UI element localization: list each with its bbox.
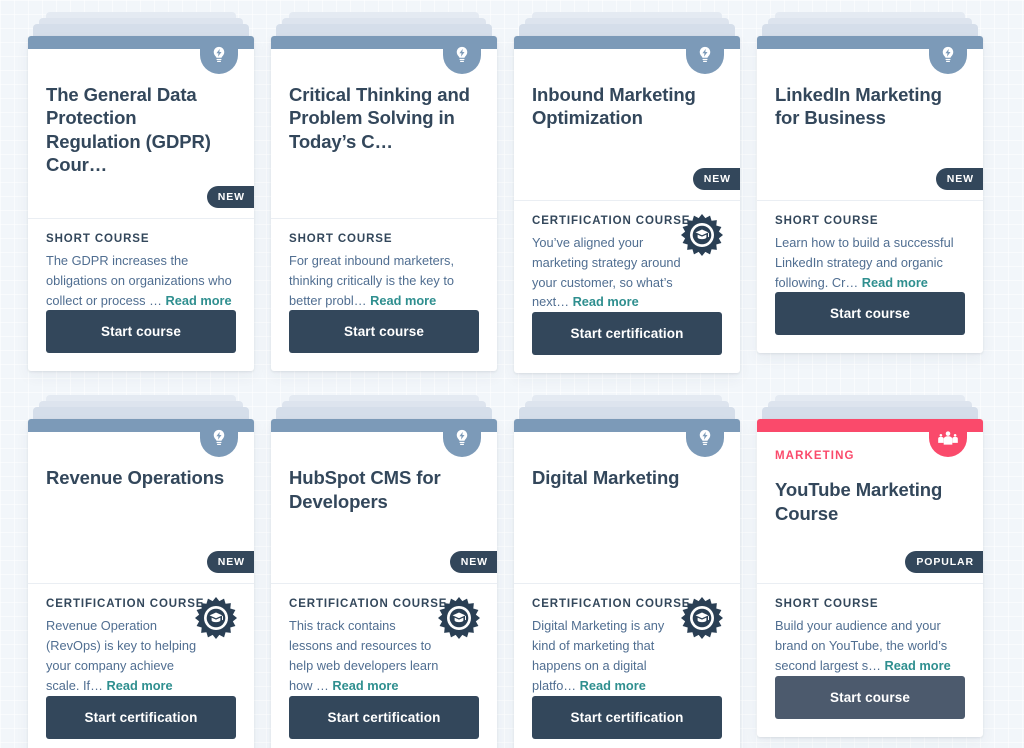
card-title: Revenue Operations: [46, 467, 225, 489]
card-stack-decoration: [28, 12, 254, 38]
card-description: Digital Marketing is any kind of marketi…: [532, 616, 684, 695]
card-accent-bar: [757, 419, 983, 458]
read-more-link[interactable]: Read more: [370, 293, 436, 308]
certification-seal-icon: [680, 596, 724, 640]
card-header: The General Data Protection Regulation (…: [28, 49, 254, 219]
card-stack-decoration: [28, 395, 254, 421]
read-more-link[interactable]: Read more: [885, 658, 951, 673]
course-card[interactable]: Critical Thinking and Problem Solving in…: [271, 36, 497, 372]
read-more-link[interactable]: Read more: [580, 678, 646, 693]
course-card[interactable]: Inbound Marketing Optimization NEW CERTIFI…: [514, 36, 740, 374]
card-course-type: SHORT COURSE: [775, 598, 879, 611]
card-stack-decoration: [757, 395, 983, 421]
lightbulb-icon: [686, 36, 724, 74]
card-title: Inbound Marketing Optimization: [532, 84, 696, 129]
card-accent-bar: [514, 36, 740, 74]
card-description: This track contains lessons and resource…: [289, 616, 441, 695]
card-stack-decoration: [271, 12, 497, 38]
card-description: Build your audience and your brand on Yo…: [775, 616, 965, 675]
card-title: HubSpot CMS for Developers: [289, 467, 441, 512]
course-card[interactable]: Revenue Operations NEW CERTIFICATION COURS…: [28, 419, 254, 748]
card-body: SHORT COURSE Learn how to build a success…: [757, 201, 983, 353]
course-card-slot: Critical Thinking and Problem Solving in…: [271, 12, 497, 373]
certification-seal-icon: [680, 213, 724, 257]
start-course-button[interactable]: Start certification: [532, 695, 722, 739]
card-accent-bar: [28, 36, 254, 74]
course-card-slot: LinkedIn Marketing for Business NEW SHORT …: [757, 12, 983, 373]
read-more-link[interactable]: Read more: [332, 678, 398, 693]
read-more-link[interactable]: Read more: [573, 294, 639, 309]
certification-seal-icon: [194, 596, 238, 640]
course-card-slot: Revenue Operations NEW CERTIFICATION COURS…: [28, 395, 254, 748]
status-badge: NEW: [449, 551, 497, 574]
start-course-button[interactable]: Start certification: [532, 312, 722, 356]
status-badge: NEW: [206, 551, 254, 574]
card-stack-decoration: [514, 12, 740, 38]
status-badge: NEW: [692, 168, 740, 190]
course-card[interactable]: MARKETING YouTube Marketing Course POPULAR…: [757, 419, 983, 737]
card-course-type: SHORT COURSE: [775, 215, 879, 227]
card-description: For great inbound marketers, thinking cr…: [289, 251, 479, 310]
course-card-slot: Inbound Marketing Optimization NEW CERTIFI…: [514, 12, 740, 374]
card-stack-decoration: [514, 395, 740, 421]
read-more-link[interactable]: Read more: [106, 678, 172, 693]
course-card[interactable]: HubSpot CMS for Developers NEW CERTIFICATI…: [271, 419, 497, 748]
course-card-slot: Digital Marketing CERTIFICATION COURSE Dig…: [514, 395, 740, 748]
course-card-grid: The General Data Protection Regulation (…: [0, 0, 1024, 748]
status-badge: POPULAR: [905, 551, 983, 574]
card-accent-bar: [514, 419, 740, 458]
status-badge: NEW: [206, 186, 254, 208]
card-accent-bar: [757, 36, 983, 74]
card-body: CERTIFICATION COURSE Digital Marketing is…: [514, 584, 740, 748]
card-title: YouTube Marketing Course: [775, 479, 943, 524]
card-body: SHORT COURSE Build your audience and your…: [757, 584, 983, 736]
card-description: Revenue Operation (RevOps) is key to hel…: [46, 616, 198, 695]
lightbulb-icon: [929, 36, 967, 74]
course-card[interactable]: Digital Marketing CERTIFICATION COURSE Dig…: [514, 419, 740, 748]
card-body: SHORT COURSE The GDPR increases the oblig…: [28, 219, 254, 371]
certification-seal-icon: [437, 596, 481, 640]
card-stack-decoration: [271, 395, 497, 421]
card-accent-bar: [271, 36, 497, 74]
card-body: CERTIFICATION COURSE Revenue Operation (R…: [28, 584, 254, 748]
card-accent-bar: [28, 419, 254, 458]
start-course-button[interactable]: Start certification: [289, 695, 479, 739]
lightbulb-icon: [443, 36, 481, 74]
card-course-type: SHORT COURSE: [289, 233, 393, 245]
course-card[interactable]: The General Data Protection Regulation (…: [28, 36, 254, 372]
card-course-type: SHORT COURSE: [46, 233, 150, 245]
card-body: CERTIFICATION COURSE This track contains …: [271, 584, 497, 748]
card-title: LinkedIn Marketing for Business: [775, 84, 942, 129]
read-more-link[interactable]: Read more: [862, 275, 928, 290]
course-card-slot: The General Data Protection Regulation (…: [28, 12, 254, 373]
lightbulb-icon: [200, 36, 238, 74]
card-description: You’ve aligned your marketing strategy a…: [532, 233, 684, 312]
course-card-slot: MARKETING YouTube Marketing Course POPULAR…: [757, 395, 983, 748]
card-description: Learn how to build a successful LinkedIn…: [775, 233, 965, 292]
start-course-button[interactable]: Start course: [775, 675, 965, 719]
card-body: SHORT COURSE For great inbound marketers,…: [271, 219, 497, 371]
card-description: The GDPR increases the obligations on or…: [46, 251, 236, 310]
read-more-link[interactable]: Read more: [165, 293, 231, 308]
card-title: Digital Marketing: [532, 467, 680, 489]
start-course-button[interactable]: Start course: [775, 292, 965, 336]
card-header: Critical Thinking and Problem Solving in…: [271, 49, 497, 219]
start-course-button[interactable]: Start course: [289, 310, 479, 354]
card-title: The General Data Protection Regulation (…: [46, 84, 211, 175]
start-course-button[interactable]: Start certification: [46, 695, 236, 739]
status-badge: NEW: [935, 168, 983, 190]
card-stack-decoration: [757, 12, 983, 38]
start-course-button[interactable]: Start course: [46, 310, 236, 354]
course-card-slot: HubSpot CMS for Developers NEW CERTIFICATI…: [271, 395, 497, 748]
course-card[interactable]: LinkedIn Marketing for Business NEW SHORT …: [757, 36, 983, 354]
card-title: Critical Thinking and Problem Solving in…: [289, 84, 470, 152]
card-body: CERTIFICATION COURSE You’ve aligned your …: [514, 201, 740, 373]
card-accent-bar: [271, 419, 497, 458]
